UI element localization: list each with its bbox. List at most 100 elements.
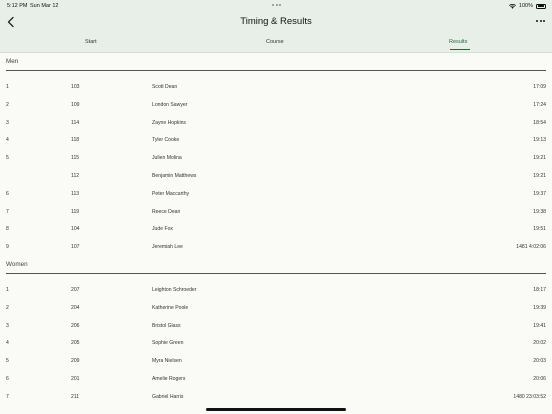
result-row[interactable]: 3 206 Bristol Glass 19:41	[0, 320, 552, 332]
result-row[interactable]: 6 113 Peter Maccarthy 19:37	[0, 188, 552, 200]
finish-time-cell: 20:03	[533, 358, 546, 365]
tab-results[interactable]: Results	[449, 39, 467, 45]
place-cell: 2	[6, 304, 9, 311]
home-indicator[interactable]	[206, 408, 346, 411]
bib-cell: 104	[71, 226, 80, 233]
result-row[interactable]: 5 209 Myra Nielsen 20:03	[0, 355, 552, 367]
place-cell: 3	[6, 119, 9, 126]
bib-cell: 112	[71, 173, 80, 179]
status-date: Sun Mar 12	[30, 3, 59, 9]
finish-time-cell: 18:54	[533, 119, 546, 126]
navigation-header: 5:12 PM Sun Mar 12 100% Timing & Results…	[0, 0, 552, 53]
bib-cell: 206	[71, 322, 80, 329]
page-title: Timing & Results	[240, 16, 312, 27]
result-row[interactable]: 2 204 Katherine Poole 19:39	[0, 302, 552, 314]
bib-cell: 201	[71, 376, 80, 382]
runner-name-cell: Bristol Glass	[152, 322, 181, 329]
bib-cell: 209	[71, 358, 80, 365]
finish-time-cell: 1480 23:03:52	[513, 393, 546, 400]
multitasking-dots-icon[interactable]	[272, 4, 281, 6]
active-tab-indicator	[450, 49, 470, 51]
section-divider	[6, 69, 546, 71]
place-cell: 9	[6, 244, 9, 251]
result-row[interactable]: 2 109 London Sawyer 17:24	[0, 99, 552, 111]
finish-time-cell: 19:37	[533, 190, 546, 197]
result-row[interactable]: 7 119 Reece Dean 19:38	[0, 206, 552, 218]
runner-name-cell: Scott Dean	[152, 84, 178, 90]
place-cell: 5	[6, 155, 9, 162]
result-row[interactable]: 8 104 Jude Fox 19:51	[0, 223, 552, 235]
runner-name-cell: Jeremiah Lee	[152, 244, 183, 251]
place-cell: 5	[6, 358, 9, 365]
bib-cell: 119	[71, 208, 80, 215]
status-time: 5:12 PM	[7, 3, 28, 9]
bib-cell: 205	[71, 340, 80, 347]
bib-cell: 113	[71, 190, 80, 197]
runner-name-cell: Jude Fox	[152, 226, 173, 233]
runner-name-cell: Zayne Hopkins	[152, 119, 186, 126]
runner-name-cell: Tyler Cooke	[152, 137, 180, 144]
result-row[interactable]: 4 205 Sophie Green 20:02	[0, 337, 552, 349]
section-title-women: Women	[6, 261, 28, 268]
finish-time-cell: 19:21	[533, 155, 546, 162]
place-cell: 6	[6, 376, 9, 382]
runner-name-cell: Reece Dean	[152, 208, 181, 215]
finish-time-cell: 1481 4:02:06	[516, 244, 546, 251]
battery-icon	[536, 3, 546, 9]
result-row[interactable]: 5 115 Julien Molina 19:21	[0, 152, 552, 164]
finish-time-cell: 18:17	[533, 287, 546, 293]
more-options-icon[interactable]	[536, 20, 545, 22]
battery-percent: 100%	[518, 3, 533, 9]
result-row[interactable]: 3 114 Zayne Hopkins 18:54	[0, 117, 552, 129]
result-row[interactable]: 112 Benjamin Matthews 19:21	[0, 170, 552, 182]
place-cell: 1	[6, 287, 9, 293]
place-cell: 4	[6, 340, 9, 347]
bib-cell: 115	[71, 155, 80, 162]
bib-cell: 204	[71, 304, 80, 311]
runner-name-cell: Sophie Green	[152, 340, 184, 347]
finish-time-cell: 19:51	[533, 226, 546, 233]
result-row[interactable]: 4 118 Tyler Cooke 19:13	[0, 134, 552, 146]
runner-name-cell: Katherine Poole	[152, 304, 189, 311]
result-row[interactable]: 1 207 Leighton Schroeder 18:17	[0, 284, 552, 296]
runner-name-cell: Benjamin Matthews	[152, 173, 197, 179]
result-row[interactable]: 7 211 Gabriel Harris 1480 23:03:52	[0, 391, 552, 403]
bib-cell: 107	[71, 244, 80, 251]
place-cell: 1	[6, 84, 9, 90]
section-title-men: Men	[6, 58, 19, 65]
finish-time-cell: 20:06	[533, 376, 546, 382]
bib-cell: 114	[71, 119, 80, 126]
bib-cell: 103	[71, 84, 80, 90]
result-row[interactable]: 6 201 Amelie Rogers 20:06	[0, 373, 552, 385]
runner-name-cell: Myra Nielsen	[152, 358, 182, 365]
finish-time-cell: 20:02	[533, 340, 546, 347]
runner-name-cell: Peter Maccarthy	[152, 190, 190, 197]
finish-time-cell: 19:38	[533, 208, 546, 215]
bib-cell: 109	[71, 101, 80, 108]
section-divider	[6, 273, 546, 274]
bib-cell: 118	[71, 137, 80, 144]
runner-name-cell: Amelie Rogers	[152, 376, 186, 382]
result-row[interactable]: 9 107 Jeremiah Lee 1481 4:02:06	[0, 241, 552, 253]
finish-time-cell: 17:24	[533, 101, 546, 108]
bib-cell: 211	[71, 393, 80, 400]
tab-course[interactable]: Course	[266, 39, 284, 45]
place-cell: 3	[6, 322, 9, 329]
wifi-icon	[508, 3, 516, 9]
place-cell: 6	[6, 190, 9, 197]
tab-start[interactable]: Start	[85, 39, 97, 45]
place-cell: 7	[6, 393, 9, 400]
result-row[interactable]: 1 103 Scott Dean 17:09	[0, 81, 552, 93]
place-cell: 8	[6, 226, 9, 233]
finish-time-cell: 19:21	[533, 173, 546, 179]
finish-time-cell: 17:09	[533, 84, 546, 90]
runner-name-cell: Gabriel Harris	[152, 393, 184, 400]
finish-time-cell: 19:13	[533, 137, 546, 144]
bib-cell: 207	[71, 287, 80, 293]
place-cell: 4	[6, 137, 9, 144]
place-cell: 7	[6, 208, 9, 215]
runner-name-cell: London Sawyer	[152, 101, 188, 108]
header-divider	[0, 52, 552, 53]
runner-name-cell: Julien Molina	[152, 155, 182, 162]
finish-time-cell: 19:39	[533, 304, 546, 311]
